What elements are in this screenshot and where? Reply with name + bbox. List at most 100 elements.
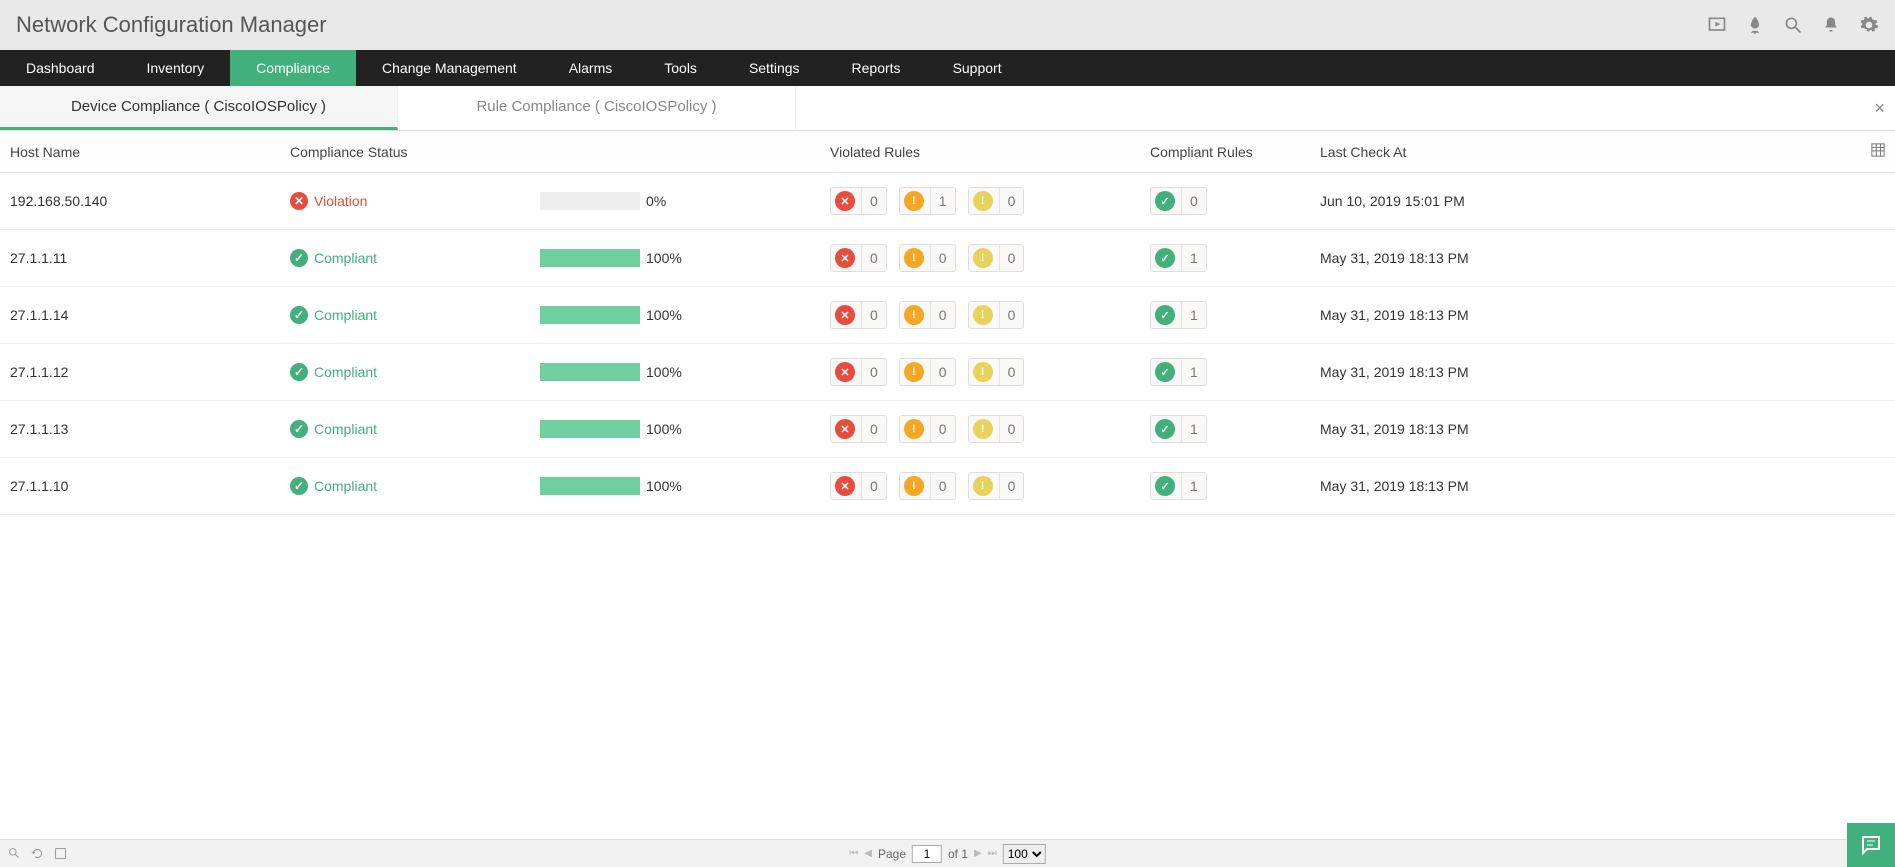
pill-count: 0: [999, 416, 1024, 442]
table-body: 192.168.50.140✕Violation0%✕0!1!0✓0Jun 10…: [0, 173, 1895, 515]
export-icon[interactable]: [54, 847, 67, 860]
ok-icon: ✓: [1155, 305, 1175, 325]
cell-progress: 100%: [540, 420, 830, 438]
pill-warning[interactable]: !0: [899, 358, 956, 386]
pill-ok[interactable]: ✓0: [1150, 187, 1207, 215]
nav-item-inventory[interactable]: Inventory: [121, 50, 231, 86]
cell-violated: ✕0!0!0: [830, 244, 1150, 272]
subtab-1[interactable]: Rule Compliance ( CiscoIOSPolicy ): [398, 86, 796, 130]
pill-warning[interactable]: !0: [899, 472, 956, 500]
pager: ⏮ ◀ Page of 1 ▶ ⏭ 100: [849, 844, 1045, 864]
pill-low[interactable]: !0: [968, 472, 1025, 500]
error-icon: ✕: [835, 248, 855, 268]
cell-status: ✕Violation: [290, 192, 540, 210]
cell-time: May 31, 2019 18:13 PM: [1320, 421, 1855, 437]
search-icon[interactable]: [1783, 15, 1803, 35]
table-row[interactable]: 27.1.1.11✓Compliant100%✕0!0!0✓1May 31, 2…: [0, 230, 1895, 287]
status-text: Compliant: [314, 421, 377, 437]
pill-warning[interactable]: !1: [899, 187, 956, 215]
pager-prev[interactable]: ◀: [864, 848, 872, 859]
cell-status: ✓Compliant: [290, 420, 540, 438]
chat-fab[interactable]: [1847, 823, 1895, 867]
pill-error[interactable]: ✕0: [830, 415, 887, 443]
subtab-0[interactable]: Device Compliance ( CiscoIOSPolicy ): [0, 86, 398, 130]
col-header-status[interactable]: Compliance Status: [290, 144, 540, 160]
columns-icon[interactable]: [1871, 143, 1885, 157]
pager-last[interactable]: ⏭: [988, 848, 997, 859]
cell-host: 27.1.1.12: [10, 364, 290, 380]
cell-progress: 100%: [540, 477, 830, 495]
cell-violated: ✕0 !0 !0: [830, 358, 1150, 386]
pill-count: 1: [930, 188, 955, 214]
progress-bar: [540, 420, 640, 438]
pill-low[interactable]: !0: [968, 187, 1025, 215]
present-icon[interactable]: [1707, 15, 1727, 35]
pill-ok[interactable]: ✓1: [1150, 415, 1207, 443]
nav-item-tools[interactable]: Tools: [638, 50, 723, 86]
bell-icon[interactable]: [1821, 15, 1841, 35]
pill-ok[interactable]: ✓1: [1150, 472, 1207, 500]
pager-first[interactable]: ⏮: [849, 848, 858, 859]
close-icon[interactable]: ×: [1874, 98, 1885, 119]
col-header-compliant[interactable]: Compliant Rules: [1150, 144, 1320, 160]
nav-item-change-management[interactable]: Change Management: [356, 50, 543, 86]
nav-item-support[interactable]: Support: [927, 50, 1028, 86]
pill-low[interactable]: !0: [968, 415, 1025, 443]
pager-current-input[interactable]: [912, 845, 942, 863]
pager-pagesize-select[interactable]: 100: [1003, 844, 1046, 864]
warning-icon: !: [904, 305, 924, 325]
cell-progress: 100%: [540, 363, 830, 381]
cell-compliant: ✓1: [1150, 301, 1320, 329]
nav-item-alarms[interactable]: Alarms: [543, 50, 639, 86]
pill-error[interactable]: ✕0: [830, 244, 887, 272]
refresh-icon[interactable]: [31, 847, 44, 860]
pill-warning[interactable]: !0: [899, 301, 956, 329]
col-header-time[interactable]: Last Check At: [1320, 144, 1855, 160]
check-icon: ✓: [290, 249, 308, 267]
nav-item-reports[interactable]: Reports: [826, 50, 927, 86]
nav-item-settings[interactable]: Settings: [723, 50, 826, 86]
table-row[interactable]: 27.1.1.14✓Compliant100%✕0!0!0✓1May 31, 2…: [0, 287, 1895, 344]
pill-error[interactable]: ✕0: [830, 187, 887, 215]
gear-icon[interactable]: [1859, 15, 1879, 35]
pill-low[interactable]: !0: [968, 244, 1025, 272]
table-row[interactable]: 192.168.50.140✕Violation0%✕0!1!0✓0Jun 10…: [0, 173, 1895, 230]
cell-violated: ✕0!0!0: [830, 415, 1150, 443]
pager-next[interactable]: ▶: [974, 848, 982, 859]
warning-icon: !: [904, 362, 924, 382]
pill-warning[interactable]: !0: [899, 244, 956, 272]
pill-count: 0: [930, 302, 955, 328]
progress-label: 100%: [646, 364, 682, 380]
nav-item-compliance[interactable]: Compliance: [230, 50, 356, 86]
top-bar: Network Configuration Manager: [0, 0, 1895, 50]
rocket-icon[interactable]: [1745, 15, 1765, 35]
col-header-host[interactable]: Host Name: [10, 144, 290, 160]
warning-icon: !: [904, 419, 924, 439]
pill-error[interactable]: ✕0: [830, 472, 887, 500]
pill-ok[interactable]: ✓1: [1150, 301, 1207, 329]
pill-low[interactable]: !0: [968, 358, 1025, 386]
pill-count: 0: [861, 473, 886, 499]
table-row[interactable]: 27.1.1.13✓Compliant100%✕0!0!0✓1May 31, 2…: [0, 401, 1895, 458]
pill-count: 0: [999, 245, 1024, 271]
col-header-violated[interactable]: Violated Rules: [830, 144, 1150, 160]
pill-count: 1: [1181, 245, 1206, 271]
pill-low[interactable]: !0: [968, 301, 1025, 329]
table-row[interactable]: 27.1.1.12✓Compliant100%✕0!0!0✓1May 31, 2…: [0, 344, 1895, 401]
low-icon: !: [973, 362, 993, 382]
pill-ok[interactable]: ✓1: [1150, 244, 1207, 272]
table-row[interactable]: 27.1.1.10✓Compliant100%✕0!0!0✓1May 31, 2…: [0, 458, 1895, 515]
pill-count: 1: [1181, 416, 1206, 442]
progress-bar: [540, 192, 640, 210]
col-header-config[interactable]: [1855, 143, 1885, 160]
pill-warning[interactable]: !0: [899, 415, 956, 443]
pill-error[interactable]: ✕0: [830, 358, 887, 386]
pill-error[interactable]: ✕0: [830, 301, 887, 329]
cell-host: 192.168.50.140: [10, 193, 290, 209]
nav-item-dashboard[interactable]: Dashboard: [0, 50, 121, 86]
pill-ok[interactable]: ✓1: [1150, 358, 1207, 386]
check-icon: ✓: [290, 363, 308, 381]
error-icon: ✕: [835, 305, 855, 325]
ok-icon: ✓: [1155, 419, 1175, 439]
zoom-icon[interactable]: [8, 847, 21, 860]
